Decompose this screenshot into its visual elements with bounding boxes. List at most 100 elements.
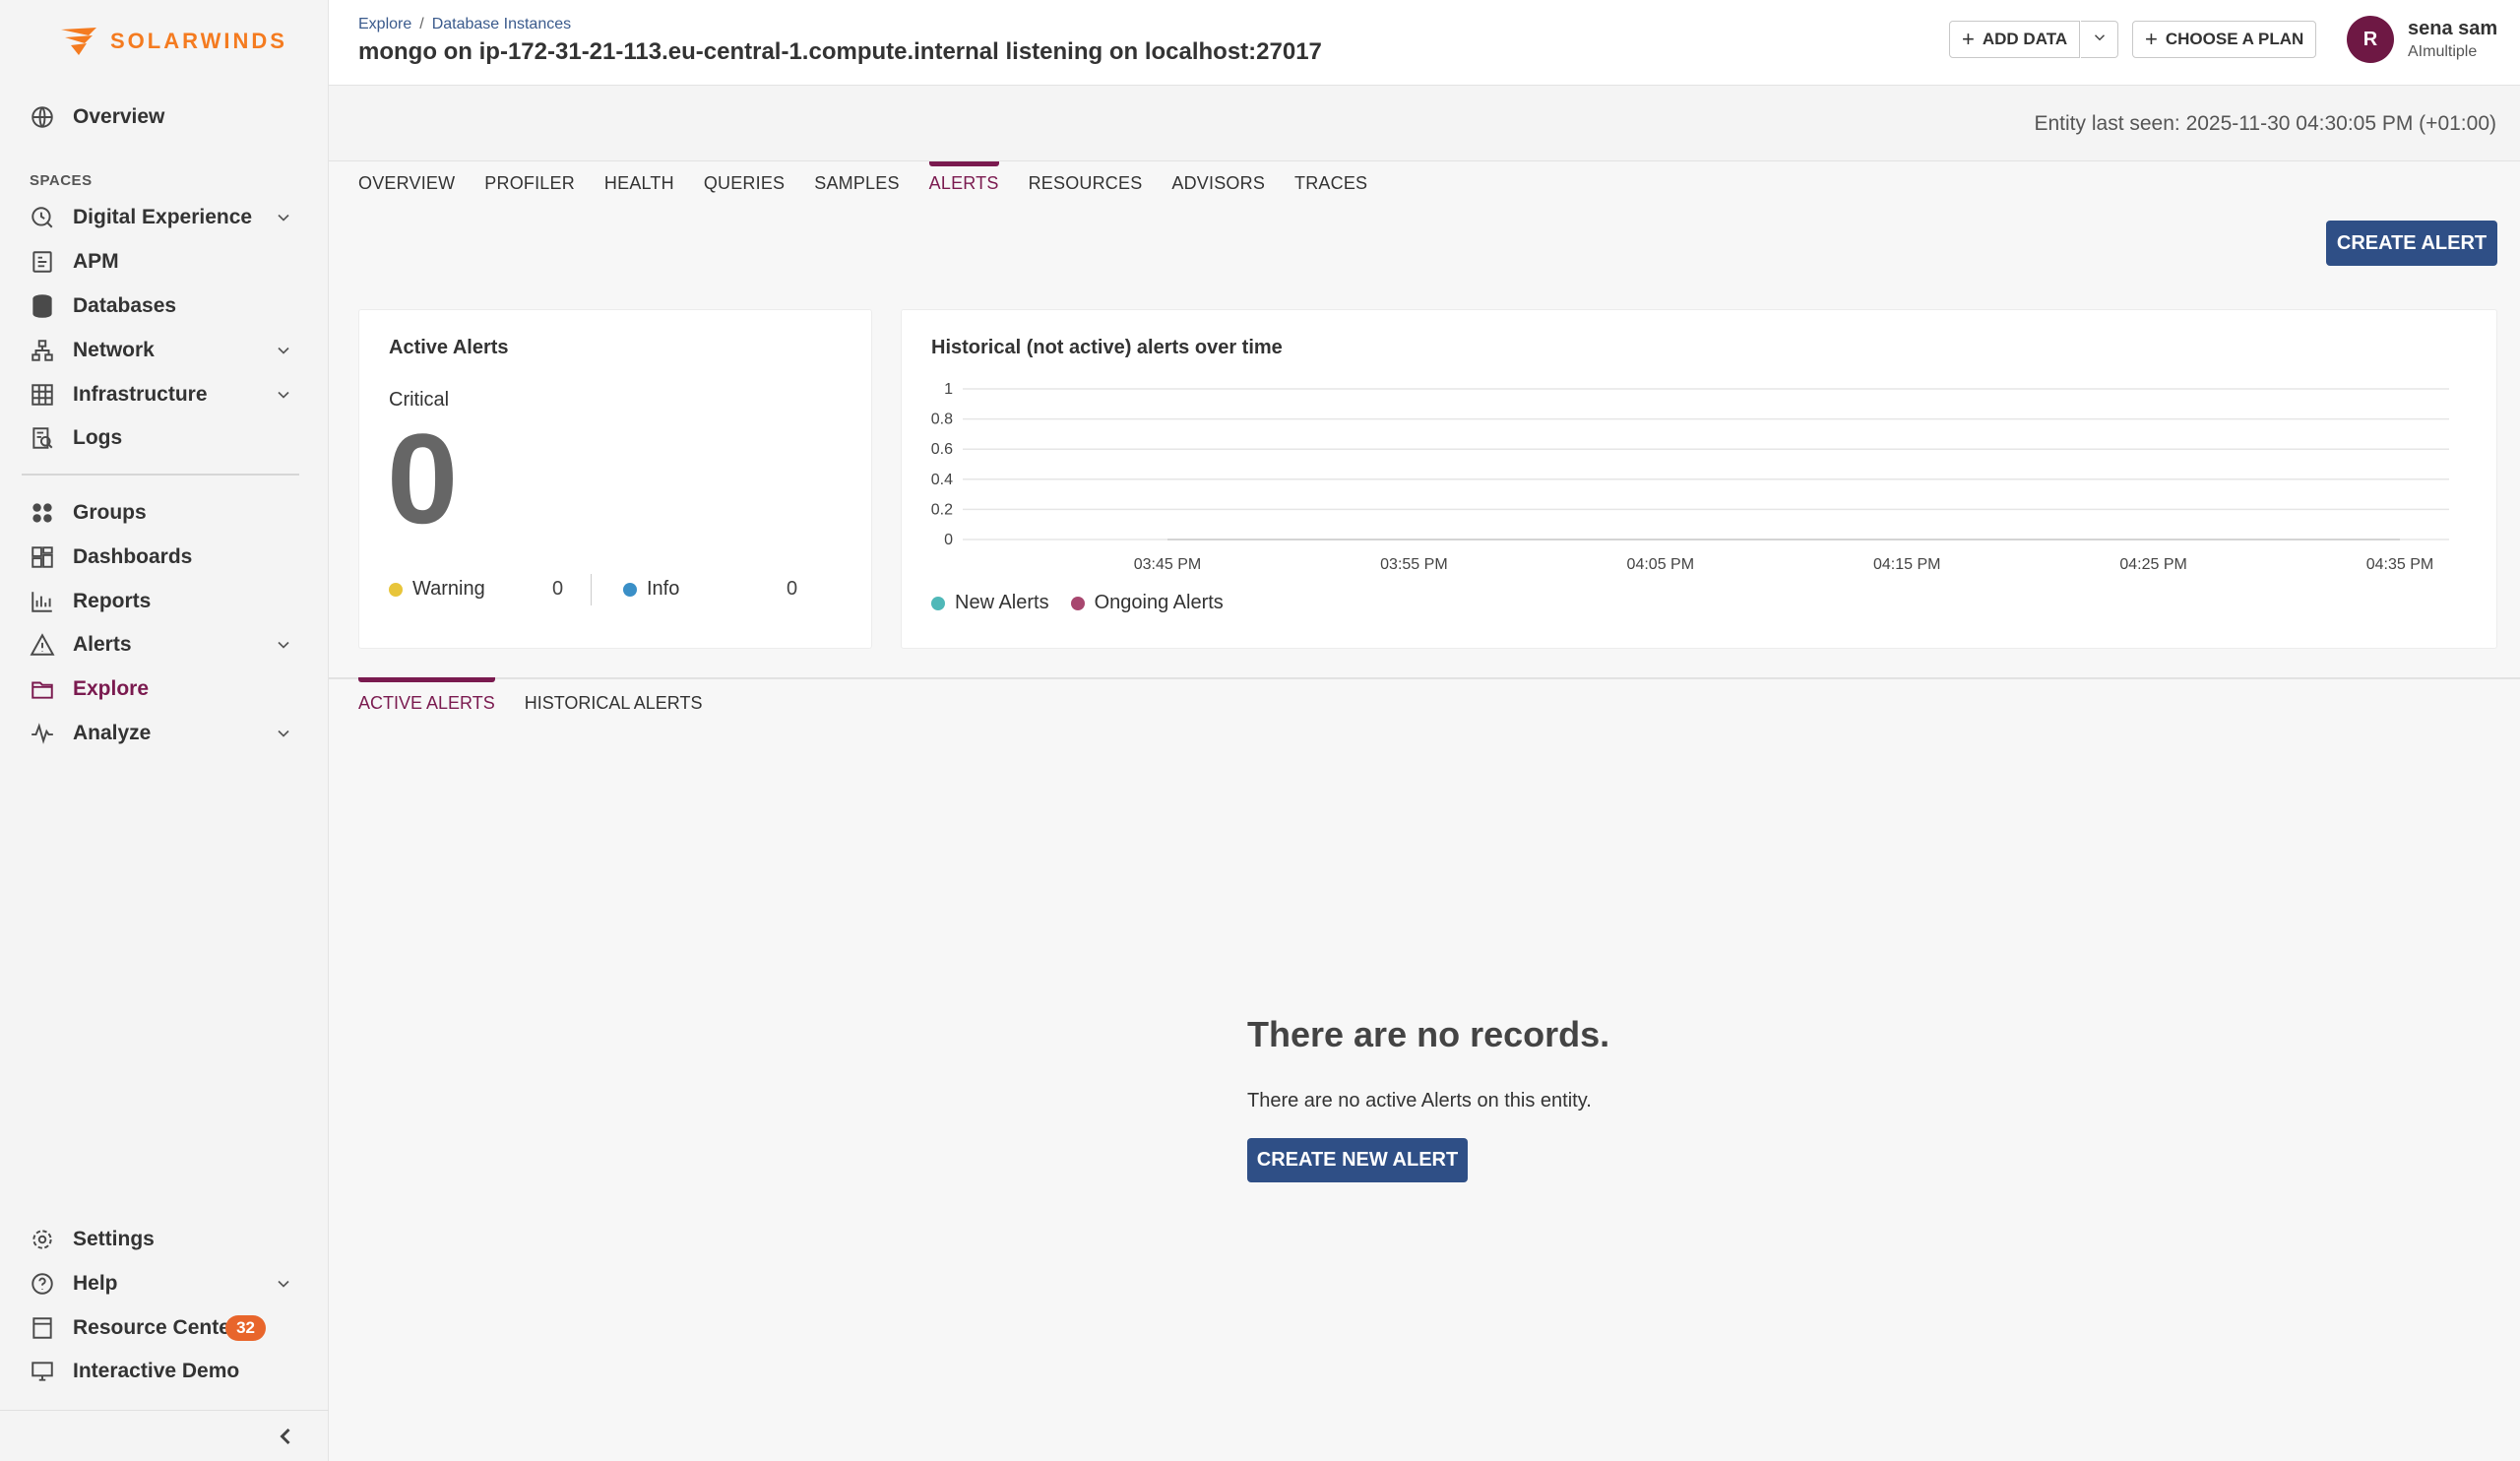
sidebar-item-digital-experience[interactable]: Digital Experience [22,198,307,237]
user-organization: AImultiple [2408,43,2478,60]
breadcrumb-database-instances[interactable]: Database Instances [432,16,571,33]
grid-icon [28,380,57,410]
active-alerts-title: Active Alerts [389,337,509,358]
tab-advisors[interactable]: ADVISORS [1171,161,1265,206]
monitor-icon [28,1357,57,1386]
info-dot-icon [623,582,637,597]
sidebar-item-alerts[interactable]: Alerts [22,625,307,665]
sidebar-item-overview[interactable]: Overview [22,97,307,137]
folder-icon [28,674,57,704]
tab-queries[interactable]: QUERIES [704,161,785,206]
tab-health[interactable]: HEALTH [604,161,674,206]
choose-plan-label: CHOOSE A PLAN [2165,30,2304,48]
apm-icon [28,247,57,277]
tab-active-alerts[interactable]: ACTIVE ALERTS [358,677,495,714]
sidebar-item-reports[interactable]: Reports [22,582,307,621]
plus-icon: + [2145,27,2158,51]
sidebar: SOLARWINDS Overview SPACES Digital Exper… [0,0,329,1461]
sidebar-item-label: Settings [73,1228,155,1250]
chevron-down-icon[interactable] [274,635,293,655]
sidebar-item-label: Logs [73,426,123,449]
x-tick-label: 03:55 PM [1380,556,1447,573]
breadcrumb-separator: / [419,16,424,32]
sidebar-item-infrastructure[interactable]: Infrastructure [22,375,307,414]
create-new-alert-button[interactable]: CREATE NEW ALERT [1247,1138,1468,1182]
help-icon [28,1269,57,1299]
critical-count: 0 [387,407,459,550]
y-tick-label: 0.6 [931,441,953,458]
sidebar-item-label: Infrastructure [73,383,208,406]
entity-tabs: OVERVIEW PROFILER HEALTH QUERIES SAMPLES… [358,161,1397,206]
sidebar-item-label: Explore [73,677,150,700]
chevron-down-icon[interactable] [274,724,293,743]
plus-icon: + [1962,27,1975,51]
network-icon [28,336,57,365]
empty-state-title: There are no records. [1247,1014,1610,1054]
breadcrumb: Explore / Database Instances [358,16,571,33]
tab-traces[interactable]: TRACES [1294,161,1367,206]
choose-plan-button[interactable]: + CHOOSE A PLAN [2132,21,2317,58]
sidebar-item-explore[interactable]: Explore [22,669,307,709]
sidebar-item-label: Analyze [73,722,152,744]
sidebar-item-network[interactable]: Network [22,331,307,370]
sidebar-item-settings[interactable]: Settings [22,1220,307,1259]
sidebar-item-interactive-demo[interactable]: Interactive Demo [22,1352,307,1391]
tab-alerts[interactable]: ALERTS [928,161,999,206]
chevron-down-icon[interactable] [274,208,293,227]
active-alerts-card: Active Alerts Critical 0 Warning 0 Info … [358,309,872,649]
tab-overview[interactable]: OVERVIEW [358,161,455,206]
sidebar-item-analyze[interactable]: Analyze [22,714,307,753]
warning-label: Warning [412,578,485,600]
chart-legend: New Alerts Ongoing Alerts [931,592,1224,614]
warning-count: 0 [552,578,564,600]
sidebar-item-label: Dashboards [73,545,193,568]
pulse-icon [28,719,57,748]
add-data-dropdown-button[interactable] [2081,21,2118,58]
sidebar-item-apm[interactable]: APM [22,242,307,282]
chevron-down-icon[interactable] [274,385,293,405]
sidebar-item-label: Databases [73,294,177,317]
info-legend: Info [623,578,679,601]
avatar[interactable]: R [2347,16,2394,63]
info-label: Info [647,578,680,600]
tab-profiler[interactable]: PROFILER [484,161,575,206]
tab-resources[interactable]: RESOURCES [1029,161,1143,206]
logs-icon [28,423,57,453]
sidebar-item-label: Resource Center [73,1316,239,1339]
sidebar-item-help[interactable]: Help [22,1264,307,1303]
gear-icon [28,1225,57,1254]
historical-alerts-chart: 1 0.8 0.6 0.4 0.2 0 03:45 PM 03:55 PM 04:05 PM 04… [931,381,2449,573]
dashboards-icon [28,542,57,572]
x-tick-label: 04:35 PM [2366,556,2433,573]
empty-state-text: There are no active Alerts on this entit… [1247,1090,1592,1112]
legend-item[interactable]: New Alerts [931,592,1049,614]
chevron-down-icon[interactable] [274,341,293,360]
tab-samples[interactable]: SAMPLES [814,161,899,206]
sidebar-item-resource-center[interactable]: Resource Center 32 [22,1308,307,1348]
sidebar-item-logs[interactable]: Logs [22,418,307,458]
sidebar-item-label: Overview [73,105,165,128]
sidebar-item-label: Groups [73,501,147,524]
create-alert-button[interactable]: CREATE ALERT [2326,221,2497,266]
page-title: mongo on ip-172-31-21-113.eu-central-1.c… [358,38,1322,65]
entity-subheader: Entity last seen: 2025-11-30 04:30:05 PM… [329,86,2520,161]
sidebar-item-groups[interactable]: Groups [22,493,307,533]
legend-label: Ongoing Alerts [1094,592,1224,613]
sidebar-item-label: APM [73,250,119,273]
sidebar-item-dashboards[interactable]: Dashboards [22,538,307,577]
x-tick-label: 04:25 PM [2119,556,2186,573]
sidebar-item-label: Digital Experience [73,206,253,228]
user-name[interactable]: sena sam [2408,18,2497,40]
solarwinds-logo[interactable]: SOLARWINDS [59,24,287,59]
y-tick-label: 0 [944,532,953,548]
header: Explore / Database Instances mongo on ip… [329,0,2520,86]
sidebar-item-label: Help [73,1272,118,1295]
chevron-down-icon[interactable] [274,1274,293,1294]
breadcrumb-explore[interactable]: Explore [358,16,411,33]
sidebar-item-databases[interactable]: Databases [22,286,307,326]
chevron-left-icon[interactable] [272,1423,299,1450]
tab-historical-alerts[interactable]: HISTORICAL ALERTS [525,679,703,714]
info-count: 0 [787,578,798,600]
legend-item[interactable]: Ongoing Alerts [1070,592,1224,614]
add-data-button[interactable]: + ADD DATA [1949,21,2081,58]
